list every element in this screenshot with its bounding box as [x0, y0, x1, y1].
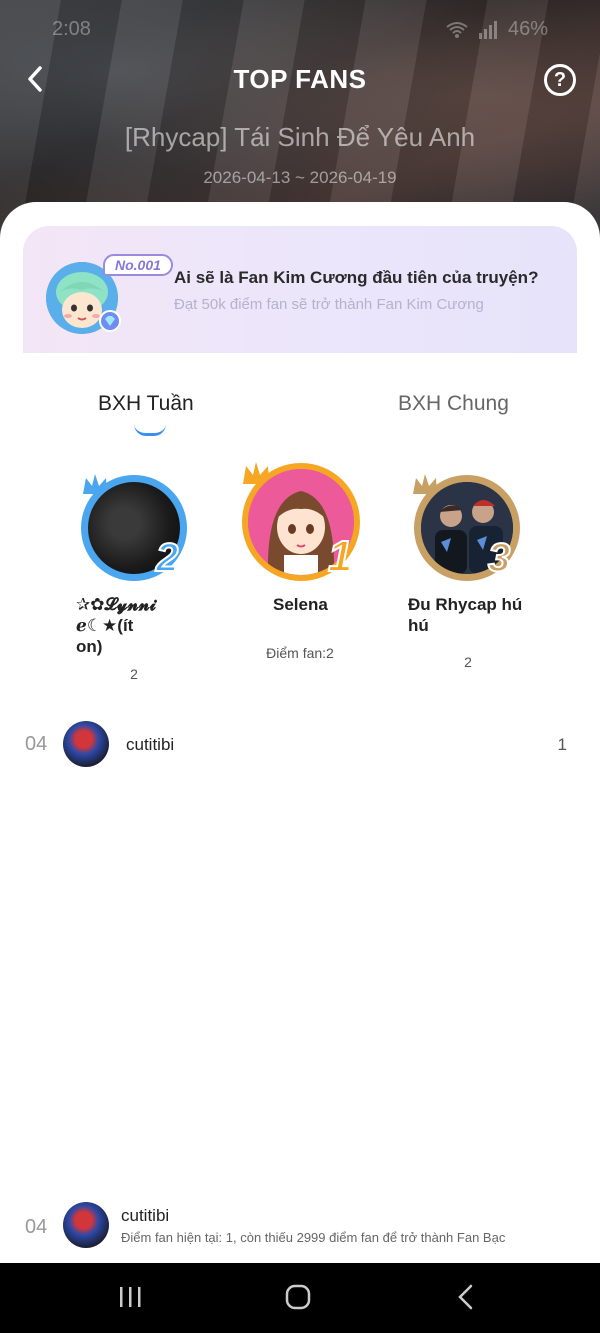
- rank-number-2: 2: [155, 535, 179, 581]
- page-title: TOP FANS: [233, 64, 367, 94]
- avatar: [63, 721, 109, 767]
- my-avatar: [63, 1202, 109, 1248]
- nav-back-button[interactable]: [446, 1283, 486, 1313]
- podium-rank-3[interactable]: 3 Đu Rhycap hú hú 2: [408, 472, 548, 672]
- podium-rank-1[interactable]: 1 Selena Điểm fan:2: [240, 460, 370, 670]
- tab-weekly[interactable]: BXH Tuần: [98, 392, 194, 416]
- home-icon: [285, 1284, 311, 1310]
- podium-rank-2[interactable]: 2 ✰✿𝓛𝔂𝓷𝓷𝓲 ℯ☾★(ít on) 2: [76, 472, 216, 692]
- status-time: 2:08: [52, 18, 91, 40]
- tab-overall[interactable]: BXH Chung: [398, 392, 509, 416]
- rank-number-3: 3: [487, 535, 511, 581]
- wifi-icon: [446, 21, 468, 38]
- help-button[interactable]: ?: [544, 64, 576, 96]
- battery-text: 46%: [507, 18, 548, 40]
- diamond-badge-icon: [99, 310, 121, 332]
- ranking-tabs: BXH Tuần BXH Chung: [0, 392, 600, 442]
- banner-title: Ai sẽ là Fan Kim Cương đầu tiên của truy…: [174, 268, 539, 287]
- question-circle-icon: ?: [553, 68, 567, 91]
- my-rank-description: Điểm fan hiện tại: 1, còn thiếu 2999 điể…: [121, 1230, 506, 1245]
- podium-score-2: 2: [130, 666, 138, 682]
- podium-name-3-line1: Đu Rhycap hú: [408, 595, 523, 614]
- recent-apps-icon: [120, 1287, 141, 1307]
- no001-badge: No.001: [103, 254, 173, 276]
- podium-score-1: Điểm fan:2: [266, 645, 334, 661]
- date-range: 2026-04-13 ~ 2026-04-19: [203, 168, 397, 187]
- list-rank: 04: [25, 733, 48, 755]
- podium-name-2-line2: ℯ☾★(ít: [76, 616, 134, 635]
- podium-score-3: 2: [464, 654, 472, 670]
- banner-subtitle: Đạt 50k điểm fan sẽ trở thành Fan Kim Cư…: [174, 296, 484, 313]
- diamond-fan-banner[interactable]: No.001 Ai sẽ là Fan Kim Cương đầu tiên c…: [23, 226, 577, 353]
- home-button[interactable]: [278, 1283, 318, 1313]
- signal-icon: [478, 20, 497, 39]
- book-title: [Rhycap] Tái Sinh Để Yêu Anh: [124, 122, 476, 152]
- podium-name-2: ✰✿𝓛𝔂𝓷𝓷𝓲 ℯ☾★(ít on): [76, 594, 206, 657]
- list-score: 1: [557, 735, 567, 754]
- podium-name-1: Selena: [273, 595, 328, 614]
- content-sheet: No.001 Ai sẽ là Fan Kim Cương đầu tiên c…: [0, 202, 600, 1263]
- list-name: cutitibi: [126, 735, 175, 754]
- my-name: cutitibi: [121, 1206, 170, 1225]
- podium-name-2-line1: ✰✿𝓛𝔂𝓷𝓷𝓲: [76, 595, 156, 614]
- system-nav-bar: [0, 1263, 600, 1333]
- recent-apps-button[interactable]: [110, 1283, 150, 1313]
- my-rank-bar: 04 cutitibi Điểm fan hiện tại: 1, còn th…: [0, 1198, 600, 1262]
- back-icon: [458, 1284, 473, 1310]
- podium-name-3-line2: hú: [408, 616, 429, 635]
- podium-name-3: Đu Rhycap hú hú: [408, 594, 538, 636]
- list-item[interactable]: 04 cutitibi 1: [0, 721, 600, 771]
- my-rank: 04: [25, 1216, 48, 1238]
- rank-number-1: 1: [327, 531, 354, 582]
- status-icons: 46%: [446, 18, 548, 41]
- status-bar: 2:08 46%: [0, 18, 600, 46]
- podium-name-2-line3: on): [76, 637, 103, 656]
